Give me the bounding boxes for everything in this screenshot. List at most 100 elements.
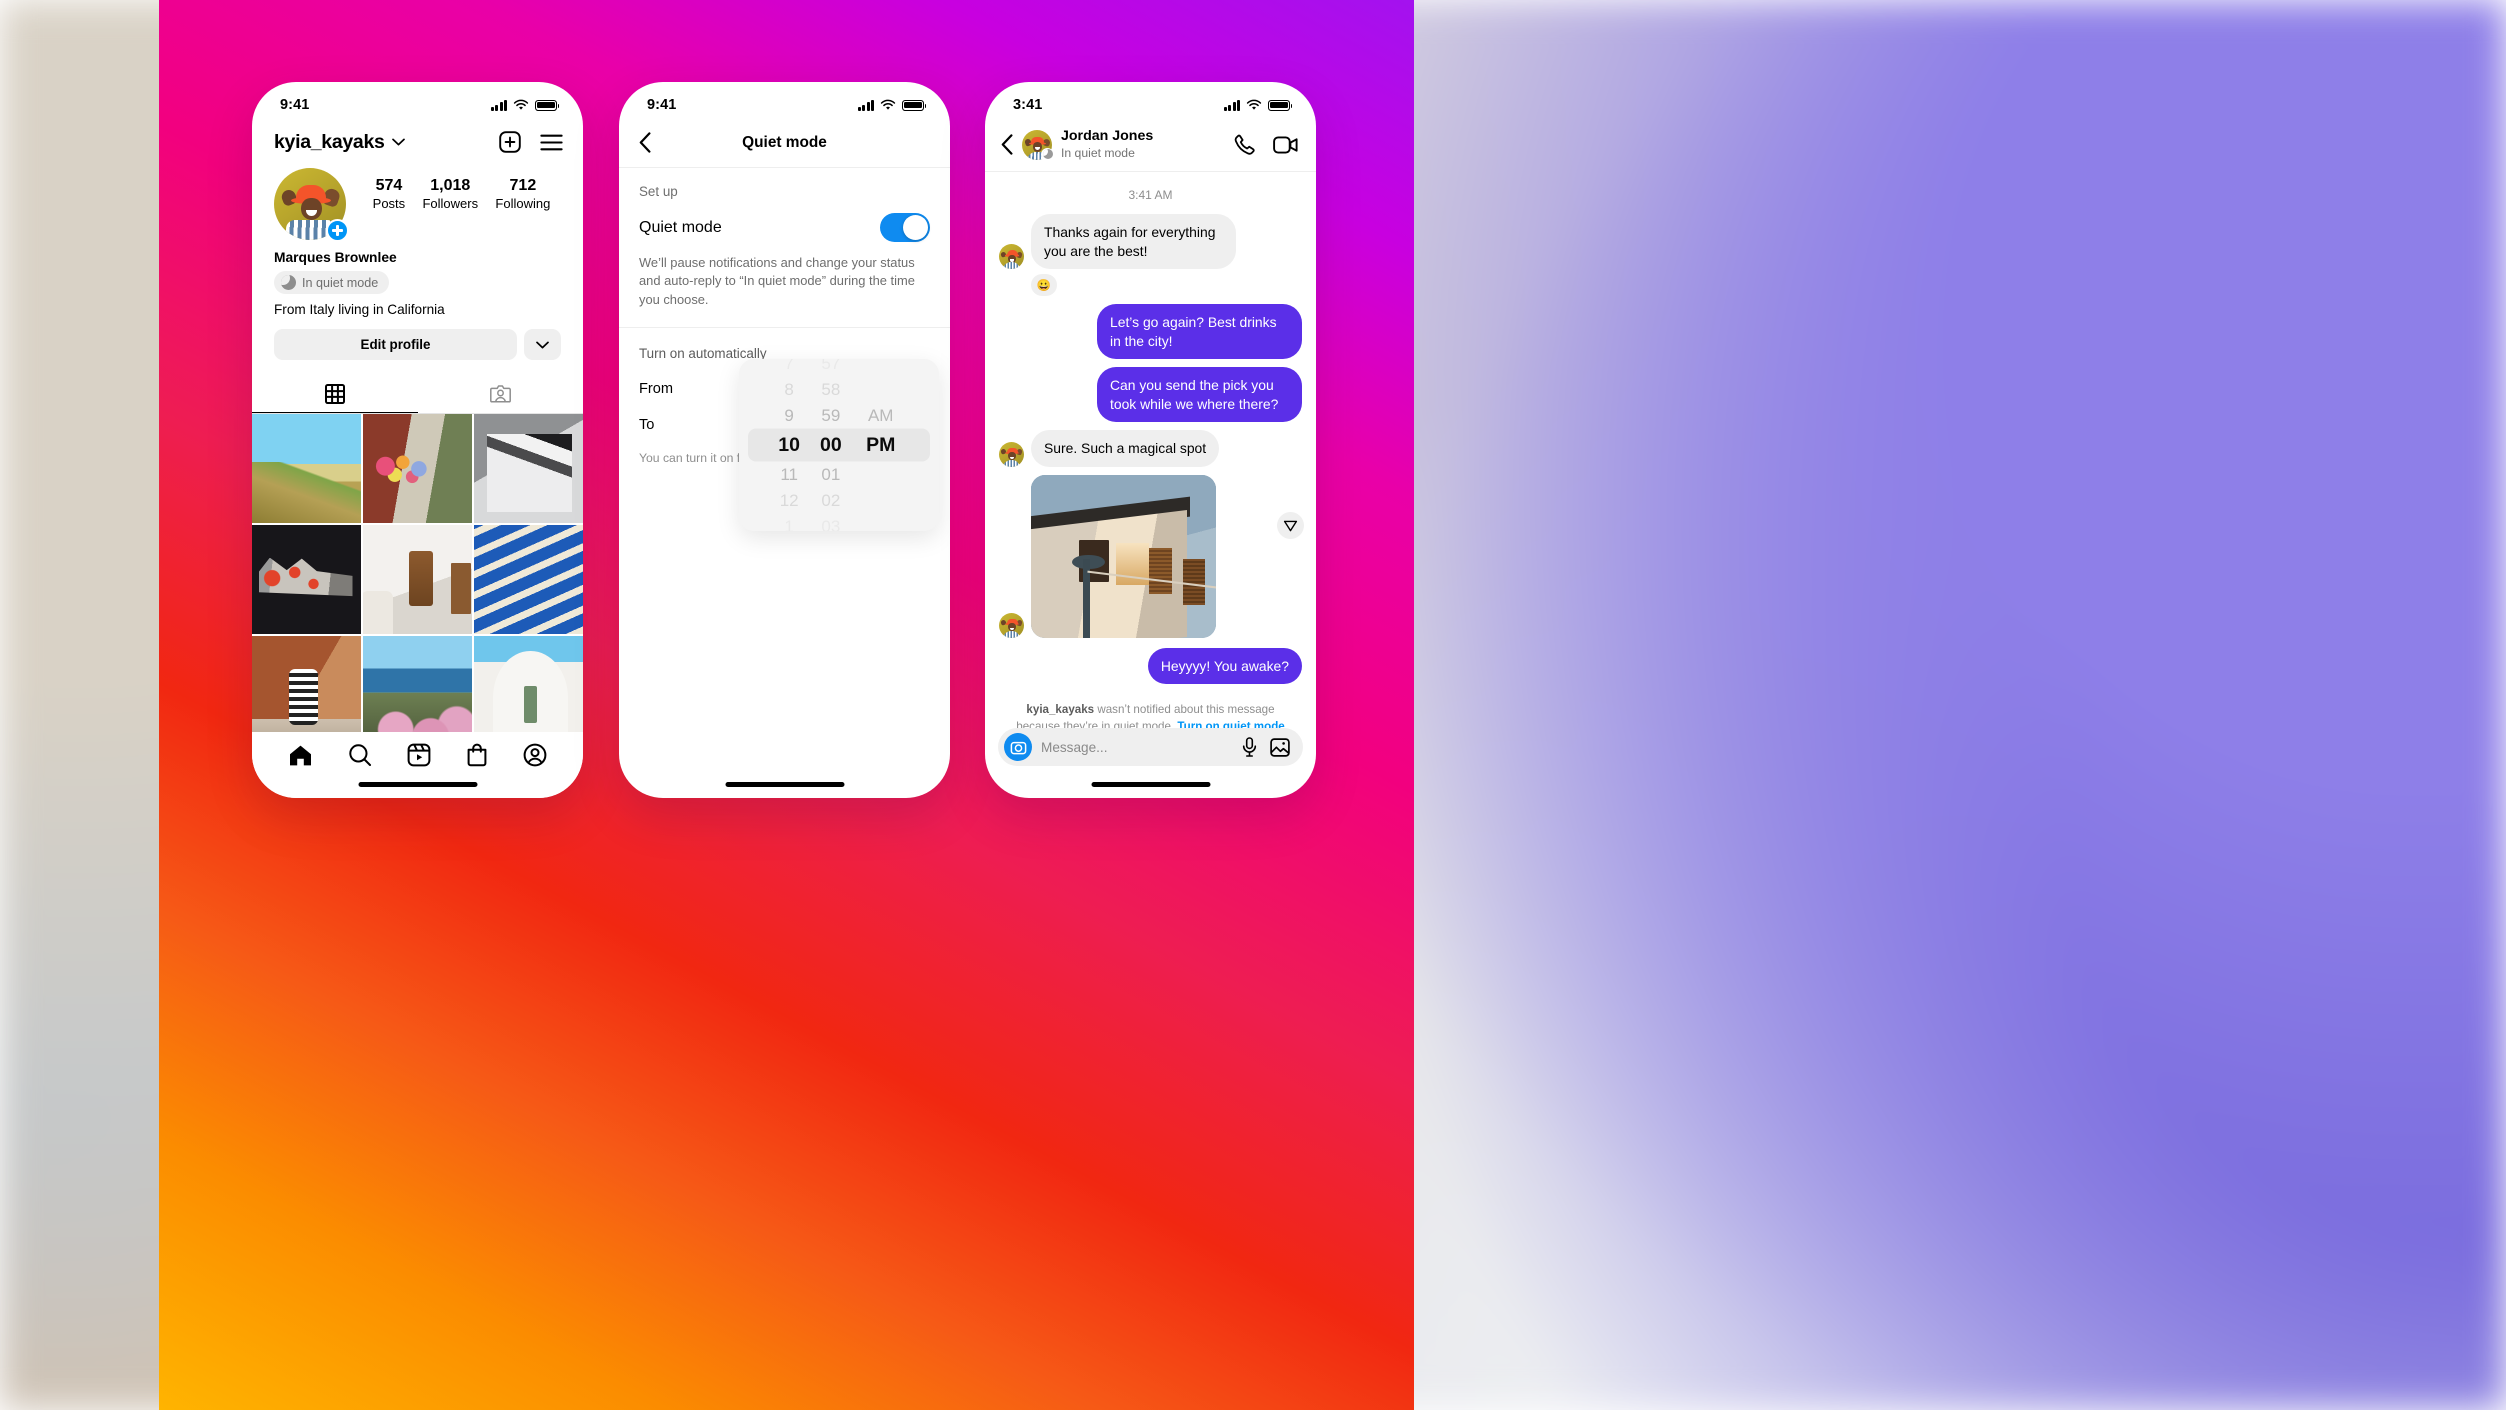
microphone-icon[interactable]: [1242, 737, 1257, 757]
message-row-outgoing: Can you send the pick you took while we …: [999, 367, 1302, 423]
avatar: [999, 441, 1024, 467]
grid-photo[interactable]: [362, 414, 473, 524]
shop-bag-icon[interactable]: [466, 743, 488, 767]
turn-on-automatically-label: Turn on automatically: [639, 345, 767, 361]
grid-photo[interactable]: [362, 524, 473, 635]
person-circle-icon[interactable]: [523, 743, 547, 767]
chat-header: Jordan Jones In quiet mode: [985, 120, 1316, 173]
grid-photo[interactable]: [252, 414, 362, 524]
message-composer: [998, 728, 1303, 766]
message-reaction[interactable]: 😀: [1031, 274, 1057, 297]
status-bar: 9:41: [252, 82, 583, 120]
moon-icon: [1041, 147, 1054, 161]
profile-username[interactable]: kyia_kayaks: [274, 131, 385, 154]
meridiem-option[interactable]: AM: [862, 403, 900, 429]
search-icon[interactable]: [348, 743, 372, 767]
message-bubble[interactable]: Thanks again for everything you are the …: [1031, 214, 1236, 270]
minute-option[interactable]: 02: [821, 488, 840, 514]
minute-column[interactable]: 57 58 59 00 01 02 03: [820, 359, 842, 531]
message-image[interactable]: [1031, 474, 1216, 638]
phone-icon[interactable]: [1234, 134, 1256, 156]
chevron-down-icon: [536, 341, 549, 348]
phone-chat-screen: 3:41 Jordan Jones In quiet mode 3:41 AM …: [985, 82, 1316, 798]
grid-photo[interactable]: [473, 414, 583, 524]
composer-icons: [1242, 737, 1290, 757]
message-bubble[interactable]: Can you send the pick you took while we …: [1097, 367, 1302, 423]
grid-photo[interactable]: [252, 635, 362, 746]
hour-option[interactable]: 9: [784, 403, 793, 429]
plus-icon[interactable]: [326, 219, 349, 242]
message-row-outgoing: Heyyyy! You awake?: [999, 647, 1302, 685]
message-bubble[interactable]: Heyyyy! You awake?: [1147, 647, 1302, 685]
hour-option[interactable]: 11: [780, 462, 798, 488]
battery-icon: [902, 99, 927, 111]
photo-grid: [252, 414, 583, 746]
wifi-icon: [1246, 99, 1262, 110]
hour-option[interactable]: 7: [784, 359, 793, 377]
meridiem-option-selected[interactable]: PM: [862, 429, 900, 462]
stat-followers[interactable]: 1,018 Followers: [422, 176, 478, 212]
status-icons: [858, 99, 927, 111]
status-badge[interactable]: In quiet mode: [274, 271, 390, 294]
message-row-incoming: Thanks again for everything you are the …: [999, 214, 1302, 270]
home-indicator: [725, 782, 844, 787]
time-picker-columns: 7 8 9 10 11 12 1 57 58 59 00 01 02 03 AM: [778, 359, 899, 531]
hour-option[interactable]: 1: [784, 514, 793, 532]
video-camera-icon[interactable]: [1273, 136, 1298, 154]
chevron-left-icon[interactable]: [639, 132, 651, 153]
stat-value: 1,018: [430, 177, 471, 194]
message-bubble[interactable]: Let’s go again? Best drinks in the city!: [1097, 304, 1302, 360]
message-bubble[interactable]: Sure. Such a magical spot: [1031, 430, 1220, 467]
minute-option[interactable]: 57: [821, 359, 840, 377]
hour-option-selected[interactable]: 10: [778, 429, 800, 462]
quiet-mode-toggle[interactable]: [880, 213, 930, 242]
camera-icon[interactable]: [1004, 733, 1032, 761]
image-icon[interactable]: [1270, 737, 1290, 757]
grid-photo[interactable]: [362, 635, 473, 746]
profile-bio-text: From Italy living in California: [274, 302, 445, 317]
grid-tab[interactable]: [252, 375, 418, 413]
avatar[interactable]: [1022, 129, 1054, 161]
minute-option[interactable]: 59: [821, 403, 840, 429]
status-time: 3:41: [1013, 97, 1043, 113]
minute-option[interactable]: 03: [821, 514, 840, 532]
minute-option[interactable]: 01: [821, 462, 840, 488]
profile-more-button[interactable]: [524, 329, 561, 360]
time-picker[interactable]: 7 8 9 10 11 12 1 57 58 59 00 01 02 03 AM: [739, 359, 939, 531]
hour-option[interactable]: 12: [780, 488, 799, 514]
minute-option-selected[interactable]: 00: [820, 429, 842, 462]
plus-square-icon[interactable]: [498, 130, 522, 154]
hour-column[interactable]: 7 8 9 10 11 12 1: [778, 359, 800, 531]
reels-icon[interactable]: [407, 743, 431, 767]
hour-option[interactable]: 8: [784, 377, 793, 403]
quiet-mode-row-label: Quiet mode: [639, 218, 722, 236]
message-input[interactable]: [1041, 739, 1233, 755]
avatar[interactable]: [274, 168, 349, 242]
profile-header-actions: [498, 130, 563, 154]
meridiem-column[interactable]: AM PM: [862, 359, 900, 531]
profile-bio-block: Marques Brownlee In quiet mode From Ital…: [252, 240, 583, 317]
chevron-down-icon[interactable]: [391, 138, 405, 146]
profile-header: kyia_kayaks: [252, 120, 583, 158]
stat-following[interactable]: 712 Following: [495, 176, 550, 212]
minute-option[interactable]: 58: [821, 377, 840, 403]
message-row-image: [999, 474, 1302, 638]
stat-posts[interactable]: 574 Posts: [373, 176, 406, 212]
phone-quiet-mode-screen: 9:41 Quiet mode Set up Quiet mode We’ll …: [619, 82, 950, 798]
home-icon[interactable]: [288, 744, 313, 767]
tagged-tab[interactable]: [418, 375, 584, 413]
wifi-icon: [513, 99, 529, 110]
grid-photo[interactable]: [252, 524, 362, 635]
stat-label: Following: [495, 195, 551, 211]
chevron-left-icon[interactable]: [1001, 134, 1013, 155]
grid-photo[interactable]: [473, 524, 583, 635]
hamburger-menu-icon[interactable]: [540, 134, 563, 151]
chat-contact-name: Jordan Jones: [1061, 128, 1154, 144]
profile-button-row: Edit profile: [252, 317, 583, 360]
grid-photo[interactable]: [473, 635, 583, 746]
chat-header-text: Jordan Jones In quiet mode: [1061, 128, 1153, 161]
profile-stats-row: 574 Posts 1,018 Followers 712 Following: [252, 158, 583, 242]
home-indicator: [358, 782, 477, 787]
edit-profile-button[interactable]: Edit profile: [274, 329, 517, 360]
message-row-incoming: Sure. Such a magical spot: [999, 430, 1302, 467]
